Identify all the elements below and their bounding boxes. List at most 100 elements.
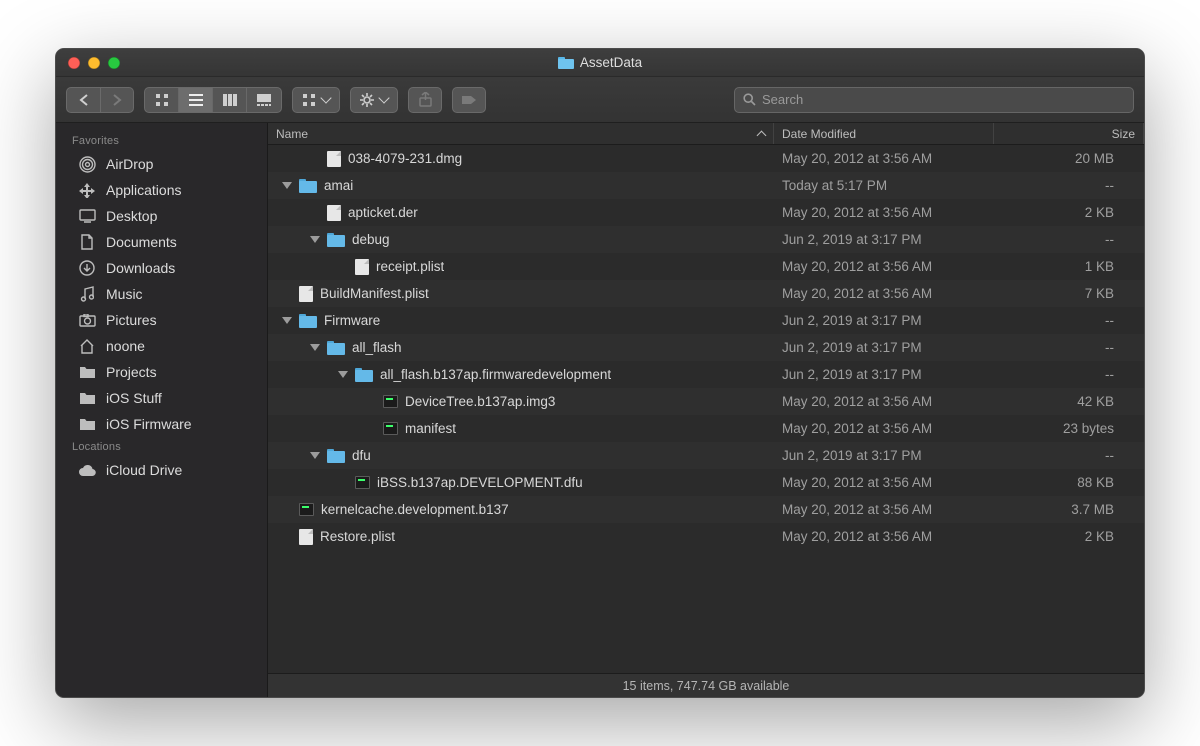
sidebar-item-projects[interactable]: Projects	[56, 359, 267, 385]
arrange-button[interactable]	[292, 87, 340, 113]
zoom-button[interactable]	[108, 57, 120, 69]
sidebar-heading: Locations	[56, 437, 267, 457]
file-name: DeviceTree.b137ap.img3	[405, 394, 555, 409]
action-button[interactable]	[350, 87, 398, 113]
file-name: Firmware	[324, 313, 380, 328]
file-row[interactable]: DeviceTree.b137ap.img3May 20, 2012 at 3:…	[268, 388, 1144, 415]
sidebar-item-ios-firmware[interactable]: iOS Firmware	[56, 411, 267, 437]
column-headers: Name Date Modified Size	[268, 123, 1144, 145]
file-list[interactable]: 038-4079-231.dmgMay 20, 2012 at 3:56 AM2…	[268, 145, 1144, 673]
disclosure-triangle[interactable]	[310, 344, 320, 351]
sidebar-item-ios-stuff[interactable]: iOS Stuff	[56, 385, 267, 411]
folder-icon	[78, 418, 96, 431]
disclosure-triangle[interactable]	[282, 317, 292, 324]
file-size: 7 KB	[994, 286, 1144, 301]
column-name[interactable]: Name	[268, 123, 774, 144]
tags-button[interactable]	[452, 87, 486, 113]
status-text: 15 items, 747.74 GB available	[623, 679, 790, 693]
sidebar-item-label: iOS Stuff	[106, 390, 162, 406]
documents-icon	[78, 234, 96, 250]
sidebar-item-documents[interactable]: Documents	[56, 229, 267, 255]
sidebar-item-applications[interactable]: Applications	[56, 177, 267, 203]
minimize-button[interactable]	[88, 57, 100, 69]
apps-icon	[78, 182, 96, 198]
sort-ascending-icon	[757, 130, 767, 140]
column-view-button[interactable]	[213, 87, 247, 113]
share-icon	[419, 92, 432, 107]
file-row[interactable]: amaiToday at 5:17 PM--	[268, 172, 1144, 199]
traffic-lights	[68, 57, 120, 69]
search-input[interactable]	[762, 92, 1125, 107]
exec-icon	[355, 476, 370, 489]
disclosure-triangle[interactable]	[310, 452, 320, 459]
list-view-button[interactable]	[179, 87, 213, 113]
view-mode-group	[144, 87, 282, 113]
gallery-view-button[interactable]	[247, 87, 281, 113]
sidebar-item-icloud-drive[interactable]: iCloud Drive	[56, 457, 267, 483]
file-date: May 20, 2012 at 3:56 AM	[774, 205, 994, 220]
sidebar-item-label: iCloud Drive	[106, 462, 182, 478]
file-row[interactable]: BuildManifest.plistMay 20, 2012 at 3:56 …	[268, 280, 1144, 307]
sidebar-item-label: Projects	[106, 364, 157, 380]
icon-view-button[interactable]	[145, 87, 179, 113]
file-name: Restore.plist	[320, 529, 395, 544]
sidebar-item-airdrop[interactable]: AirDrop	[56, 151, 267, 177]
file-size: 88 KB	[994, 475, 1144, 490]
file-row[interactable]: iBSS.b137ap.DEVELOPMENT.dfuMay 20, 2012 …	[268, 469, 1144, 496]
file-row[interactable]: FirmwareJun 2, 2019 at 3:17 PM--	[268, 307, 1144, 334]
exec-icon	[299, 503, 314, 516]
nav-buttons	[66, 87, 134, 113]
file-row[interactable]: dfuJun 2, 2019 at 3:17 PM--	[268, 442, 1144, 469]
column-date[interactable]: Date Modified	[774, 123, 994, 144]
file-size: --	[994, 313, 1144, 328]
file-name: iBSS.b137ap.DEVELOPMENT.dfu	[377, 475, 583, 490]
file-row[interactable]: kernelcache.development.b137May 20, 2012…	[268, 496, 1144, 523]
file-date: Today at 5:17 PM	[774, 178, 994, 193]
disclosure-triangle[interactable]	[282, 182, 292, 189]
column-size[interactable]: Size	[994, 123, 1144, 144]
file-row[interactable]: debugJun 2, 2019 at 3:17 PM--	[268, 226, 1144, 253]
sidebar-item-label: AirDrop	[106, 156, 153, 172]
sidebar-item-label: iOS Firmware	[106, 416, 192, 432]
window-title-text: AssetData	[580, 55, 642, 70]
file-row[interactable]: all_flash.b137ap.firmwaredevelopment Jun …	[268, 361, 1144, 388]
file-row[interactable]: receipt.plistMay 20, 2012 at 3:56 AM1 KB	[268, 253, 1144, 280]
file-row[interactable]: all_flashJun 2, 2019 at 3:17 PM--	[268, 334, 1144, 361]
file-date: Jun 2, 2019 at 3:17 PM	[774, 367, 994, 382]
file-row[interactable]: 038-4079-231.dmgMay 20, 2012 at 3:56 AM2…	[268, 145, 1144, 172]
sidebar-item-pictures[interactable]: Pictures	[56, 307, 267, 333]
file-date: Jun 2, 2019 at 3:17 PM	[774, 232, 994, 247]
titlebar[interactable]: AssetData	[56, 49, 1144, 77]
folder-icon	[355, 368, 373, 382]
file-name: apticket.der	[348, 205, 418, 220]
sidebar-item-noone[interactable]: noone	[56, 333, 267, 359]
back-button[interactable]	[66, 87, 100, 113]
file-date: May 20, 2012 at 3:56 AM	[774, 529, 994, 544]
sidebar-item-music[interactable]: Music	[56, 281, 267, 307]
toolbar	[56, 77, 1144, 123]
sidebar-item-downloads[interactable]: Downloads	[56, 255, 267, 281]
home-icon	[78, 339, 96, 354]
file-date: May 20, 2012 at 3:56 AM	[774, 259, 994, 274]
music-icon	[78, 286, 96, 302]
sidebar-item-label: Desktop	[106, 208, 157, 224]
forward-button[interactable]	[100, 87, 134, 113]
file-name: all_flash.b137ap.firmwaredevelopment	[380, 367, 611, 382]
file-row[interactable]: Restore.plistMay 20, 2012 at 3:56 AM2 KB	[268, 523, 1144, 550]
file-date: May 20, 2012 at 3:56 AM	[774, 286, 994, 301]
sidebar-item-label: Pictures	[106, 312, 157, 328]
sidebar-item-label: Music	[106, 286, 143, 302]
column-size-label: Size	[1112, 127, 1135, 141]
disclosure-triangle[interactable]	[310, 236, 320, 243]
disclosure-triangle[interactable]	[338, 371, 348, 378]
share-button[interactable]	[408, 87, 442, 113]
file-row[interactable]: manifestMay 20, 2012 at 3:56 AM23 bytes	[268, 415, 1144, 442]
close-button[interactable]	[68, 57, 80, 69]
document-icon	[327, 205, 341, 221]
search-field[interactable]	[734, 87, 1134, 113]
desktop-icon	[78, 209, 96, 223]
file-row[interactable]: apticket.derMay 20, 2012 at 3:56 AM2 KB	[268, 199, 1144, 226]
sidebar-item-desktop[interactable]: Desktop	[56, 203, 267, 229]
folder-icon	[327, 233, 345, 247]
file-date: Jun 2, 2019 at 3:17 PM	[774, 340, 994, 355]
